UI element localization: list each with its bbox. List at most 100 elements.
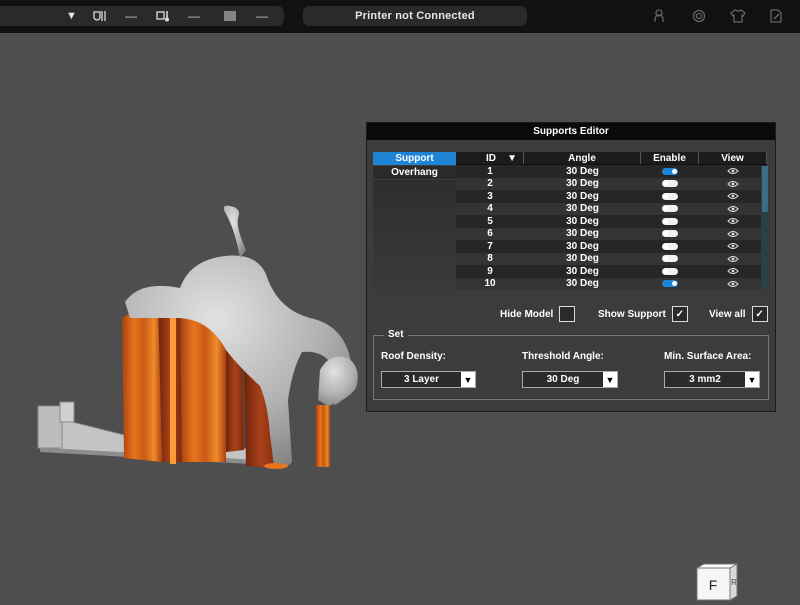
enable-toggle[interactable] [662, 267, 678, 275]
table-header: ID ▼ Angle Enable View [456, 152, 767, 165]
document-edit-icon[interactable] [765, 6, 787, 26]
tab-support[interactable]: Support [373, 152, 456, 165]
layer-icon[interactable] [224, 6, 236, 26]
table-row[interactable]: 6 30 Deg [456, 227, 767, 240]
top-toolbar: ▼ — — — Printer not Connected [0, 0, 800, 33]
enable-toggle[interactable] [662, 167, 678, 175]
cube-front-label: F [709, 577, 718, 593]
set-group-label: Set [384, 329, 408, 340]
table-row[interactable]: 8 30 Deg [456, 252, 767, 265]
sort-arrow-icon[interactable]: ▼ [507, 153, 517, 164]
threshold-angle-select[interactable]: 30 Deg ▼ [522, 371, 618, 388]
row-angle: 30 Deg [566, 203, 599, 215]
enable-toggle[interactable] [662, 192, 678, 200]
row-view-cell [699, 278, 767, 291]
enable-toggle[interactable] [662, 230, 678, 238]
table-body: 1 30 Deg 2 30 Deg 3 30 Deg 4 30 Deg 5 30 Deg 6 30 D… [456, 165, 767, 290]
eye-icon[interactable] [727, 230, 739, 238]
table-row[interactable]: 1 30 Deg [456, 165, 767, 178]
support-icon[interactable] [93, 6, 107, 26]
thermometer-icon[interactable] [156, 6, 170, 26]
chevron-down-icon: ▼ [603, 372, 617, 387]
threshold-angle-label: Threshold Angle: [522, 351, 604, 362]
chevron-down-icon: ▼ [745, 372, 759, 387]
table-row[interactable]: 5 30 Deg [456, 215, 767, 228]
shirt-icon[interactable] [727, 6, 749, 26]
table-row[interactable]: 4 30 Deg [456, 202, 767, 216]
row-view-cell [699, 165, 767, 178]
printer-status: Printer not Connected [303, 6, 527, 26]
hide-model-label: Hide Model [500, 308, 554, 320]
temperature-value: — [188, 9, 200, 23]
show-support-checkbox[interactable]: ✓ [671, 306, 688, 322]
eye-icon[interactable] [727, 205, 739, 213]
row-view-cell [699, 190, 767, 203]
row-angle: 30 Deg [566, 240, 599, 252]
table-row[interactable]: 9 30 Deg [456, 265, 767, 278]
enable-toggle[interactable] [662, 280, 678, 288]
row-angle: 30 Deg [566, 215, 599, 227]
set-group: Set Roof Density: 3 Layer ▼ Threshold An… [373, 329, 769, 400]
eye-icon[interactable] [727, 255, 739, 263]
eye-icon[interactable] [727, 267, 739, 275]
table-row[interactable]: 7 30 Deg [456, 240, 767, 253]
min-surface-area-select[interactable]: 3 mm2 ▼ [664, 371, 760, 388]
roof-density-label: Roof Density: [381, 351, 446, 362]
column-id-label: ID [486, 152, 496, 164]
eye-icon[interactable] [727, 180, 739, 188]
column-enable-header[interactable]: Enable [641, 152, 699, 164]
row-id: 7 [487, 240, 493, 252]
view-all-option: View all ✓ [709, 306, 768, 322]
row-id: 6 [487, 228, 493, 240]
table-scrollbar[interactable] [761, 166, 769, 290]
row-angle: 30 Deg [566, 190, 599, 202]
enable-toggle[interactable] [662, 255, 678, 263]
eye-icon[interactable] [727, 217, 739, 225]
row-id: 9 [487, 265, 493, 277]
show-support-option: Show Support ✓ [598, 306, 688, 322]
table-row[interactable]: 2 30 Deg [456, 177, 767, 191]
row-id: 3 [487, 190, 493, 202]
model-with-supports[interactable] [30, 200, 360, 475]
enable-toggle[interactable] [662, 180, 678, 188]
row-view-cell [699, 178, 767, 191]
settings-icon[interactable] [688, 6, 710, 26]
toolbar-left-group: ▼ — — — [0, 6, 284, 26]
table-row[interactable]: 10 30 Deg [456, 277, 767, 291]
view-cube[interactable]: F R [696, 563, 738, 601]
eye-icon[interactable] [727, 167, 739, 175]
view-all-checkbox[interactable]: ✓ [751, 306, 768, 322]
row-angle: 30 Deg [566, 278, 599, 290]
scrollbar-thumb[interactable] [762, 166, 768, 212]
enable-toggle[interactable] [662, 217, 678, 225]
dropdown-arrow-button[interactable]: ▼ [66, 6, 77, 26]
row-enable-cell [641, 190, 699, 203]
row-id: 2 [487, 178, 493, 190]
row-view-cell [699, 203, 767, 216]
tab-overhang[interactable]: Overhang [373, 166, 456, 179]
row-angle: 30 Deg [566, 178, 599, 190]
eye-icon[interactable] [727, 280, 739, 288]
show-support-label: Show Support [598, 308, 666, 320]
hide-model-checkbox[interactable] [559, 306, 576, 322]
support-value: — [125, 9, 137, 23]
table-row[interactable]: 3 30 Deg [456, 190, 767, 203]
row-enable-cell [641, 278, 699, 291]
column-id-header[interactable]: ID ▼ [456, 152, 524, 164]
enable-toggle[interactable] [662, 242, 678, 250]
row-angle: 30 Deg [566, 228, 599, 240]
row-enable-cell [641, 240, 699, 253]
column-angle-header[interactable]: Angle [524, 152, 641, 164]
panel-title: Supports Editor [367, 123, 775, 140]
threshold-angle-value: 30 Deg [546, 374, 580, 385]
hide-model-option: Hide Model [500, 306, 576, 322]
row-id: 8 [487, 253, 493, 265]
column-view-header[interactable]: View [699, 152, 767, 164]
eye-icon[interactable] [727, 242, 739, 250]
eye-icon[interactable] [727, 192, 739, 200]
roof-density-select[interactable]: 3 Layer ▼ [381, 371, 476, 388]
row-enable-cell [641, 215, 699, 228]
enable-toggle[interactable] [662, 205, 678, 213]
person-icon[interactable] [648, 6, 670, 26]
row-enable-cell [641, 265, 699, 278]
